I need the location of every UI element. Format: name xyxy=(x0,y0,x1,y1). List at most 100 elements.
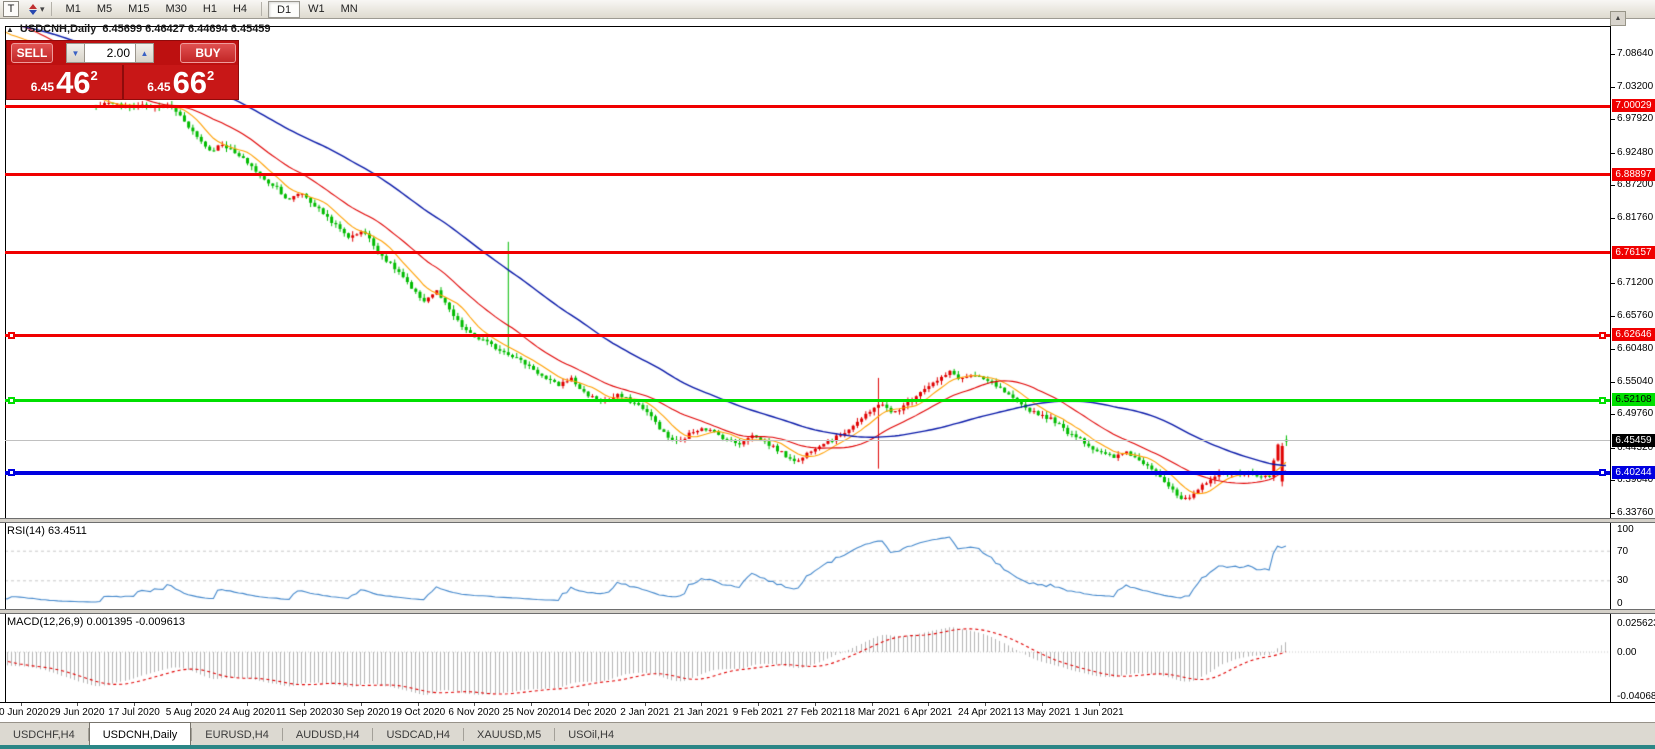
timeframe-button-w1[interactable]: W1 xyxy=(300,1,333,18)
date-label: 14 Dec 2020 xyxy=(560,707,617,718)
horizontal-line-resistance-6.88897[interactable] xyxy=(5,173,1610,176)
line-handle[interactable] xyxy=(8,397,15,404)
macd-level-label: 0.00 xyxy=(1617,647,1636,658)
macd-level-label: -0.040687 xyxy=(1617,691,1655,702)
buy-price-display[interactable]: 6.45 66 2 xyxy=(124,65,239,99)
macd-panel-label: MACD(12,26,9) 0.001395 -0.009613 xyxy=(7,616,185,628)
sell-price-big: 46 xyxy=(56,68,90,97)
date-label: 27 Feb 2021 xyxy=(787,707,843,718)
horizontal-line-resistance-6.62646[interactable] xyxy=(5,334,1610,337)
line-handle[interactable] xyxy=(1599,469,1606,476)
tab-xauusd-m5[interactable]: XAUUSD,M5 xyxy=(464,724,554,745)
volume-input[interactable]: 2.00 xyxy=(84,44,136,62)
date-tick-mark xyxy=(588,703,589,706)
sell-button[interactable]: SELL xyxy=(11,43,53,63)
tab-eurusd-h4[interactable]: EURUSD,H4 xyxy=(192,724,282,745)
buy-button[interactable]: BUY xyxy=(180,43,236,63)
timeframe-button-m5[interactable]: M5 xyxy=(89,1,120,18)
date-label: 29 Jun 2020 xyxy=(49,707,104,718)
chart-objects-icon[interactable] xyxy=(29,2,37,16)
taskbar-strip xyxy=(0,745,1655,749)
date-label: 6 Apr 2021 xyxy=(904,707,952,718)
date-tick-mark xyxy=(645,703,646,706)
date-axis[interactable]: 10 Jun 202029 Jun 202017 Jul 20205 Aug 2… xyxy=(0,703,1655,722)
chart-title: ▲ USDCNH,Daily 6.45699 6.46427 6.44694 6… xyxy=(6,23,271,35)
date-tick-mark xyxy=(928,703,929,706)
line-handle[interactable] xyxy=(8,469,15,476)
timeframe-button-h4[interactable]: H4 xyxy=(225,1,255,18)
price-tick-label: 6.65760 xyxy=(1617,310,1653,321)
date-label: 11 Sep 2020 xyxy=(276,707,332,718)
panel-separator[interactable] xyxy=(0,609,1655,614)
line-handle[interactable] xyxy=(8,332,15,339)
horizontal-line-current-price-6.45459[interactable] xyxy=(5,440,1610,441)
date-label: 10 Jun 2020 xyxy=(0,707,49,718)
price-tag-6.76157: 6.76157 xyxy=(1612,246,1655,259)
price-tick-mark xyxy=(1610,382,1615,383)
date-tick-mark xyxy=(701,703,702,706)
date-tick-mark xyxy=(134,703,135,706)
horizontal-line-resistance-7.00029[interactable] xyxy=(5,105,1610,108)
date-label: 18 Mar 2021 xyxy=(844,707,900,718)
chevron-down-icon[interactable]: ▾ xyxy=(40,4,45,15)
date-tick-mark xyxy=(872,703,873,706)
timeframe-group: M1M5M15M30H1H4 D1W1MN xyxy=(58,1,366,18)
platform-window: T ▾ M1M5M15M30H1H4 D1W1MN ▲ ▲ USDCNH,Dail… xyxy=(0,0,1655,749)
volume-stepper: ▼ 2.00 ▲ xyxy=(66,43,154,63)
horizontal-line-support-6.40244[interactable] xyxy=(5,471,1610,475)
price-tick-mark xyxy=(1610,316,1615,317)
date-tick-mark xyxy=(1099,703,1100,706)
price-tick-mark xyxy=(1610,480,1615,481)
timeframe-button-h1[interactable]: H1 xyxy=(195,1,225,18)
line-handle[interactable] xyxy=(1599,332,1606,339)
price-tag-6.52108: 6.52108 xyxy=(1612,393,1655,406)
date-tick-mark xyxy=(474,703,475,706)
price-tick-mark xyxy=(1610,87,1615,88)
line-handle[interactable] xyxy=(1599,397,1606,404)
price-tick-label: 6.92480 xyxy=(1617,147,1653,158)
price-tick-mark xyxy=(1610,414,1615,415)
date-label: 6 Nov 2020 xyxy=(448,707,499,718)
volume-decrease-button[interactable]: ▼ xyxy=(67,44,84,62)
panel-separator[interactable] xyxy=(0,518,1655,523)
timeframe-button-m30[interactable]: M30 xyxy=(158,1,195,18)
main-chart-canvas[interactable] xyxy=(0,0,1655,749)
price-tick-label: 6.55040 xyxy=(1617,376,1653,387)
text-tool-button[interactable]: T xyxy=(3,1,19,17)
horizontal-line-support-6.52108[interactable] xyxy=(5,399,1610,402)
timeframe-button-m15[interactable]: M15 xyxy=(120,1,157,18)
symbol-period-label: USDCNH,Daily xyxy=(20,23,96,35)
price-tag-7.00029: 7.00029 xyxy=(1612,99,1655,112)
scroll-up-button[interactable]: ▲ xyxy=(1610,11,1626,26)
price-tick-label: 6.71200 xyxy=(1617,277,1653,288)
plot-left-border xyxy=(5,26,6,703)
date-tick-mark xyxy=(21,703,22,706)
timeframe-button-mn[interactable]: MN xyxy=(333,1,366,18)
price-axis-line xyxy=(1610,26,1611,703)
tab-usdcnh-daily[interactable]: USDCNH,Daily xyxy=(89,722,192,745)
collapse-icon[interactable]: ▲ xyxy=(6,25,14,34)
rsi-level-label: 30 xyxy=(1617,575,1628,586)
chart-tab-bar: USDCHF,H4USDCNH,DailyEURUSD,H4AUDUSD,H4U… xyxy=(0,722,1655,745)
price-tick-mark xyxy=(1610,448,1615,449)
volume-increase-button[interactable]: ▲ xyxy=(136,44,153,62)
tab-usdcad-h4[interactable]: USDCAD,H4 xyxy=(373,724,463,745)
sell-price-display[interactable]: 6.45 46 2 xyxy=(7,65,124,99)
rsi-level-label: 70 xyxy=(1617,546,1628,557)
macd-level-label: 0.025623 xyxy=(1617,618,1655,629)
price-tick-mark xyxy=(1610,349,1615,350)
price-tick-label: 7.08640 xyxy=(1617,48,1653,59)
price-tick-label: 6.81760 xyxy=(1617,212,1653,223)
date-label: 21 Jan 2021 xyxy=(673,707,728,718)
price-tick-mark xyxy=(1610,513,1615,514)
date-label: 24 Aug 2020 xyxy=(219,707,275,718)
price-tag-6.62646: 6.62646 xyxy=(1612,328,1655,341)
date-label: 25 Nov 2020 xyxy=(503,707,560,718)
tab-usdchf-h4[interactable]: USDCHF,H4 xyxy=(0,724,88,745)
tab-usoil-h4[interactable]: USOil,H4 xyxy=(555,724,627,745)
timeframe-button-m1[interactable]: M1 xyxy=(58,1,89,18)
tab-audusd-h4[interactable]: AUDUSD,H4 xyxy=(283,724,373,745)
date-label: 1 Jun 2021 xyxy=(1074,707,1124,718)
timeframe-button-d1[interactable]: D1 xyxy=(268,1,300,18)
horizontal-line-resistance-6.76157[interactable] xyxy=(5,251,1610,254)
